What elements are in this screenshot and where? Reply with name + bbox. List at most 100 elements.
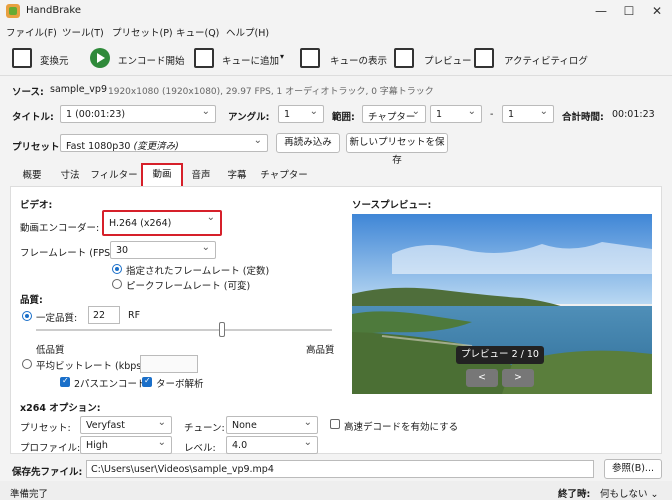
rf-unit-label: RF — [128, 310, 141, 321]
range-type-select[interactable]: チャプター — [362, 105, 426, 123]
two-pass-checkbox[interactable] — [60, 376, 70, 387]
preset-modified: (変更済み) — [133, 141, 179, 152]
encoder-preset-select[interactable]: Veryfast — [80, 416, 172, 434]
tab-video[interactable]: 動画 — [141, 163, 183, 188]
preset-label: プリセット: — [12, 142, 64, 153]
when-done-label: 終了時: — [558, 489, 591, 500]
tab-audio[interactable]: 音声 — [184, 166, 218, 187]
quality-rf-input[interactable]: 22 — [88, 306, 120, 324]
two-pass-label: 2パスエンコード — [74, 379, 147, 390]
when-done-select[interactable]: 何もしない ⌄ — [600, 486, 659, 500]
title-label: タイトル: — [12, 112, 54, 123]
source-button[interactable]: 変換元 — [40, 53, 69, 67]
start-encode-button[interactable]: エンコード開始 — [118, 53, 185, 67]
title-select[interactable]: 1 (00:01:23) — [60, 105, 216, 123]
menu-file[interactable]: ファイル(F) — [6, 25, 57, 39]
source-info: 1920x1080 (1920x1080), 29.97 FPS, 1 オーディ… — [108, 87, 434, 97]
quality-slider-track[interactable] — [36, 329, 332, 331]
encoder-label: 動画エンコーダー: — [20, 223, 100, 234]
browse-button[interactable]: 参照(B)... — [604, 459, 662, 479]
when-done-value: 何もしない — [600, 489, 648, 500]
level-label: レベル: — [184, 443, 216, 454]
fast-decode-label: 高速デコードを有効にする — [344, 422, 459, 433]
destination-path-input[interactable]: C:\Users\user\Videos\sample_vp9.mp4 — [86, 460, 594, 478]
constant-framerate-label: 指定されたフレームレート (定数) — [126, 266, 270, 277]
avg-bitrate-radio[interactable] — [22, 359, 32, 369]
activity-log-icon[interactable] — [474, 48, 494, 68]
high-quality-label: 高品質 — [306, 345, 335, 356]
save-new-preset-button[interactable]: 新しいプリセットを保存 — [346, 133, 448, 166]
close-button[interactable]: ✕ — [648, 2, 666, 20]
video-encoder-select[interactable]: H.264 (x264) — [102, 210, 222, 236]
minimize-button[interactable]: — — [592, 2, 610, 20]
constant-quality-label: 一定品質: — [36, 313, 78, 324]
bay-landscape-image — [352, 214, 652, 394]
handbrake-logo-icon — [6, 4, 20, 18]
framerate-select[interactable]: 30 — [110, 241, 216, 259]
menu-queue[interactable]: キュー(Q) — [176, 25, 219, 39]
angle-select[interactable]: 1 — [278, 105, 324, 123]
status-text: 準備完了 — [10, 489, 49, 500]
preview-icon[interactable] — [394, 48, 414, 68]
play-icon[interactable] — [90, 48, 110, 68]
fast-decode-checkbox[interactable] — [330, 419, 340, 429]
preset-name: Fast 1080p30 — [66, 141, 131, 152]
tab-dimensions[interactable]: 寸法 — [52, 166, 88, 187]
low-quality-label: 低品質 — [36, 345, 65, 356]
range-label: 範囲: — [332, 112, 355, 123]
preview-prev-button[interactable]: < — [466, 369, 498, 387]
tab-summary[interactable]: 概要 — [14, 166, 50, 187]
avg-bitrate-label: 平均ビットレート (kbps): — [36, 361, 149, 372]
constant-framerate-radio[interactable] — [112, 264, 122, 274]
source-preview-image — [352, 214, 652, 394]
range-to-select[interactable]: 1 — [502, 105, 554, 123]
menu-tools[interactable]: ツール(T) — [62, 25, 104, 39]
window-title: HandBrake — [26, 5, 82, 16]
destination-label: 保存先ファイル: — [12, 467, 83, 478]
profile-label: プロファイル: — [20, 443, 81, 454]
source-label: ソース: — [12, 87, 44, 98]
duration-value: 00:01:23 — [612, 109, 655, 120]
title-bar — [0, 0, 672, 22]
video-section-heading: ビデオ: — [20, 200, 53, 211]
angle-label: アングル: — [228, 112, 270, 123]
encoder-preset-label: プリセット: — [20, 423, 71, 434]
activity-log-button[interactable]: アクティビティログ — [504, 53, 588, 67]
level-select[interactable]: 4.0 — [226, 436, 318, 454]
avg-bitrate-input[interactable] — [140, 355, 198, 373]
menu-presets[interactable]: プリセット(P) — [112, 25, 173, 39]
tab-chapters[interactable]: チャプター — [256, 166, 312, 187]
framerate-label: フレームレート (FPS): — [20, 248, 118, 259]
peak-framerate-label: ピークフレームレート (可変) — [126, 281, 251, 292]
film-open-icon[interactable] — [12, 48, 32, 68]
profile-select[interactable]: High — [80, 436, 172, 454]
tune-select[interactable]: None — [226, 416, 318, 434]
range-from-select[interactable]: 1 — [430, 105, 482, 123]
range-separator: - — [490, 109, 494, 120]
preview-next-button[interactable]: > — [502, 369, 534, 387]
peak-framerate-radio[interactable] — [112, 279, 122, 289]
add-queue-icon[interactable] — [194, 48, 214, 68]
preset-select[interactable]: Fast 1080p30 (変更済み) — [60, 134, 268, 152]
preview-counter: プレビュー 2 / 10 — [456, 346, 544, 364]
quality-slider-thumb[interactable] — [219, 322, 226, 337]
constant-quality-radio[interactable] — [22, 311, 32, 321]
preview-heading: ソースプレビュー: — [352, 200, 432, 211]
add-queue-dropdown-icon[interactable]: ▾ — [280, 52, 284, 61]
tab-filters[interactable]: フィルター — [90, 166, 138, 187]
reload-preset-button[interactable]: 再読み込み — [276, 133, 340, 153]
queue-icon[interactable] — [300, 48, 320, 68]
x264-section-heading: x264 オプション: — [20, 403, 101, 414]
duration-label: 合計時間: — [562, 112, 604, 123]
turbo-checkbox[interactable] — [142, 376, 152, 387]
show-queue-button[interactable]: キューの表示 — [330, 53, 387, 67]
tab-subtitles[interactable]: 字幕 — [220, 166, 254, 187]
menu-help[interactable]: ヘルプ(H) — [226, 25, 269, 39]
add-to-queue-button[interactable]: キューに追加 — [222, 53, 279, 67]
maximize-button[interactable]: ☐ — [620, 2, 638, 20]
preview-button[interactable]: プレビュー — [424, 53, 472, 67]
turbo-label: ターボ解析 — [156, 379, 204, 390]
source-name: sample_vp9 — [50, 84, 107, 95]
tune-label: チューン: — [184, 423, 225, 434]
quality-section-heading: 品質: — [20, 295, 43, 306]
